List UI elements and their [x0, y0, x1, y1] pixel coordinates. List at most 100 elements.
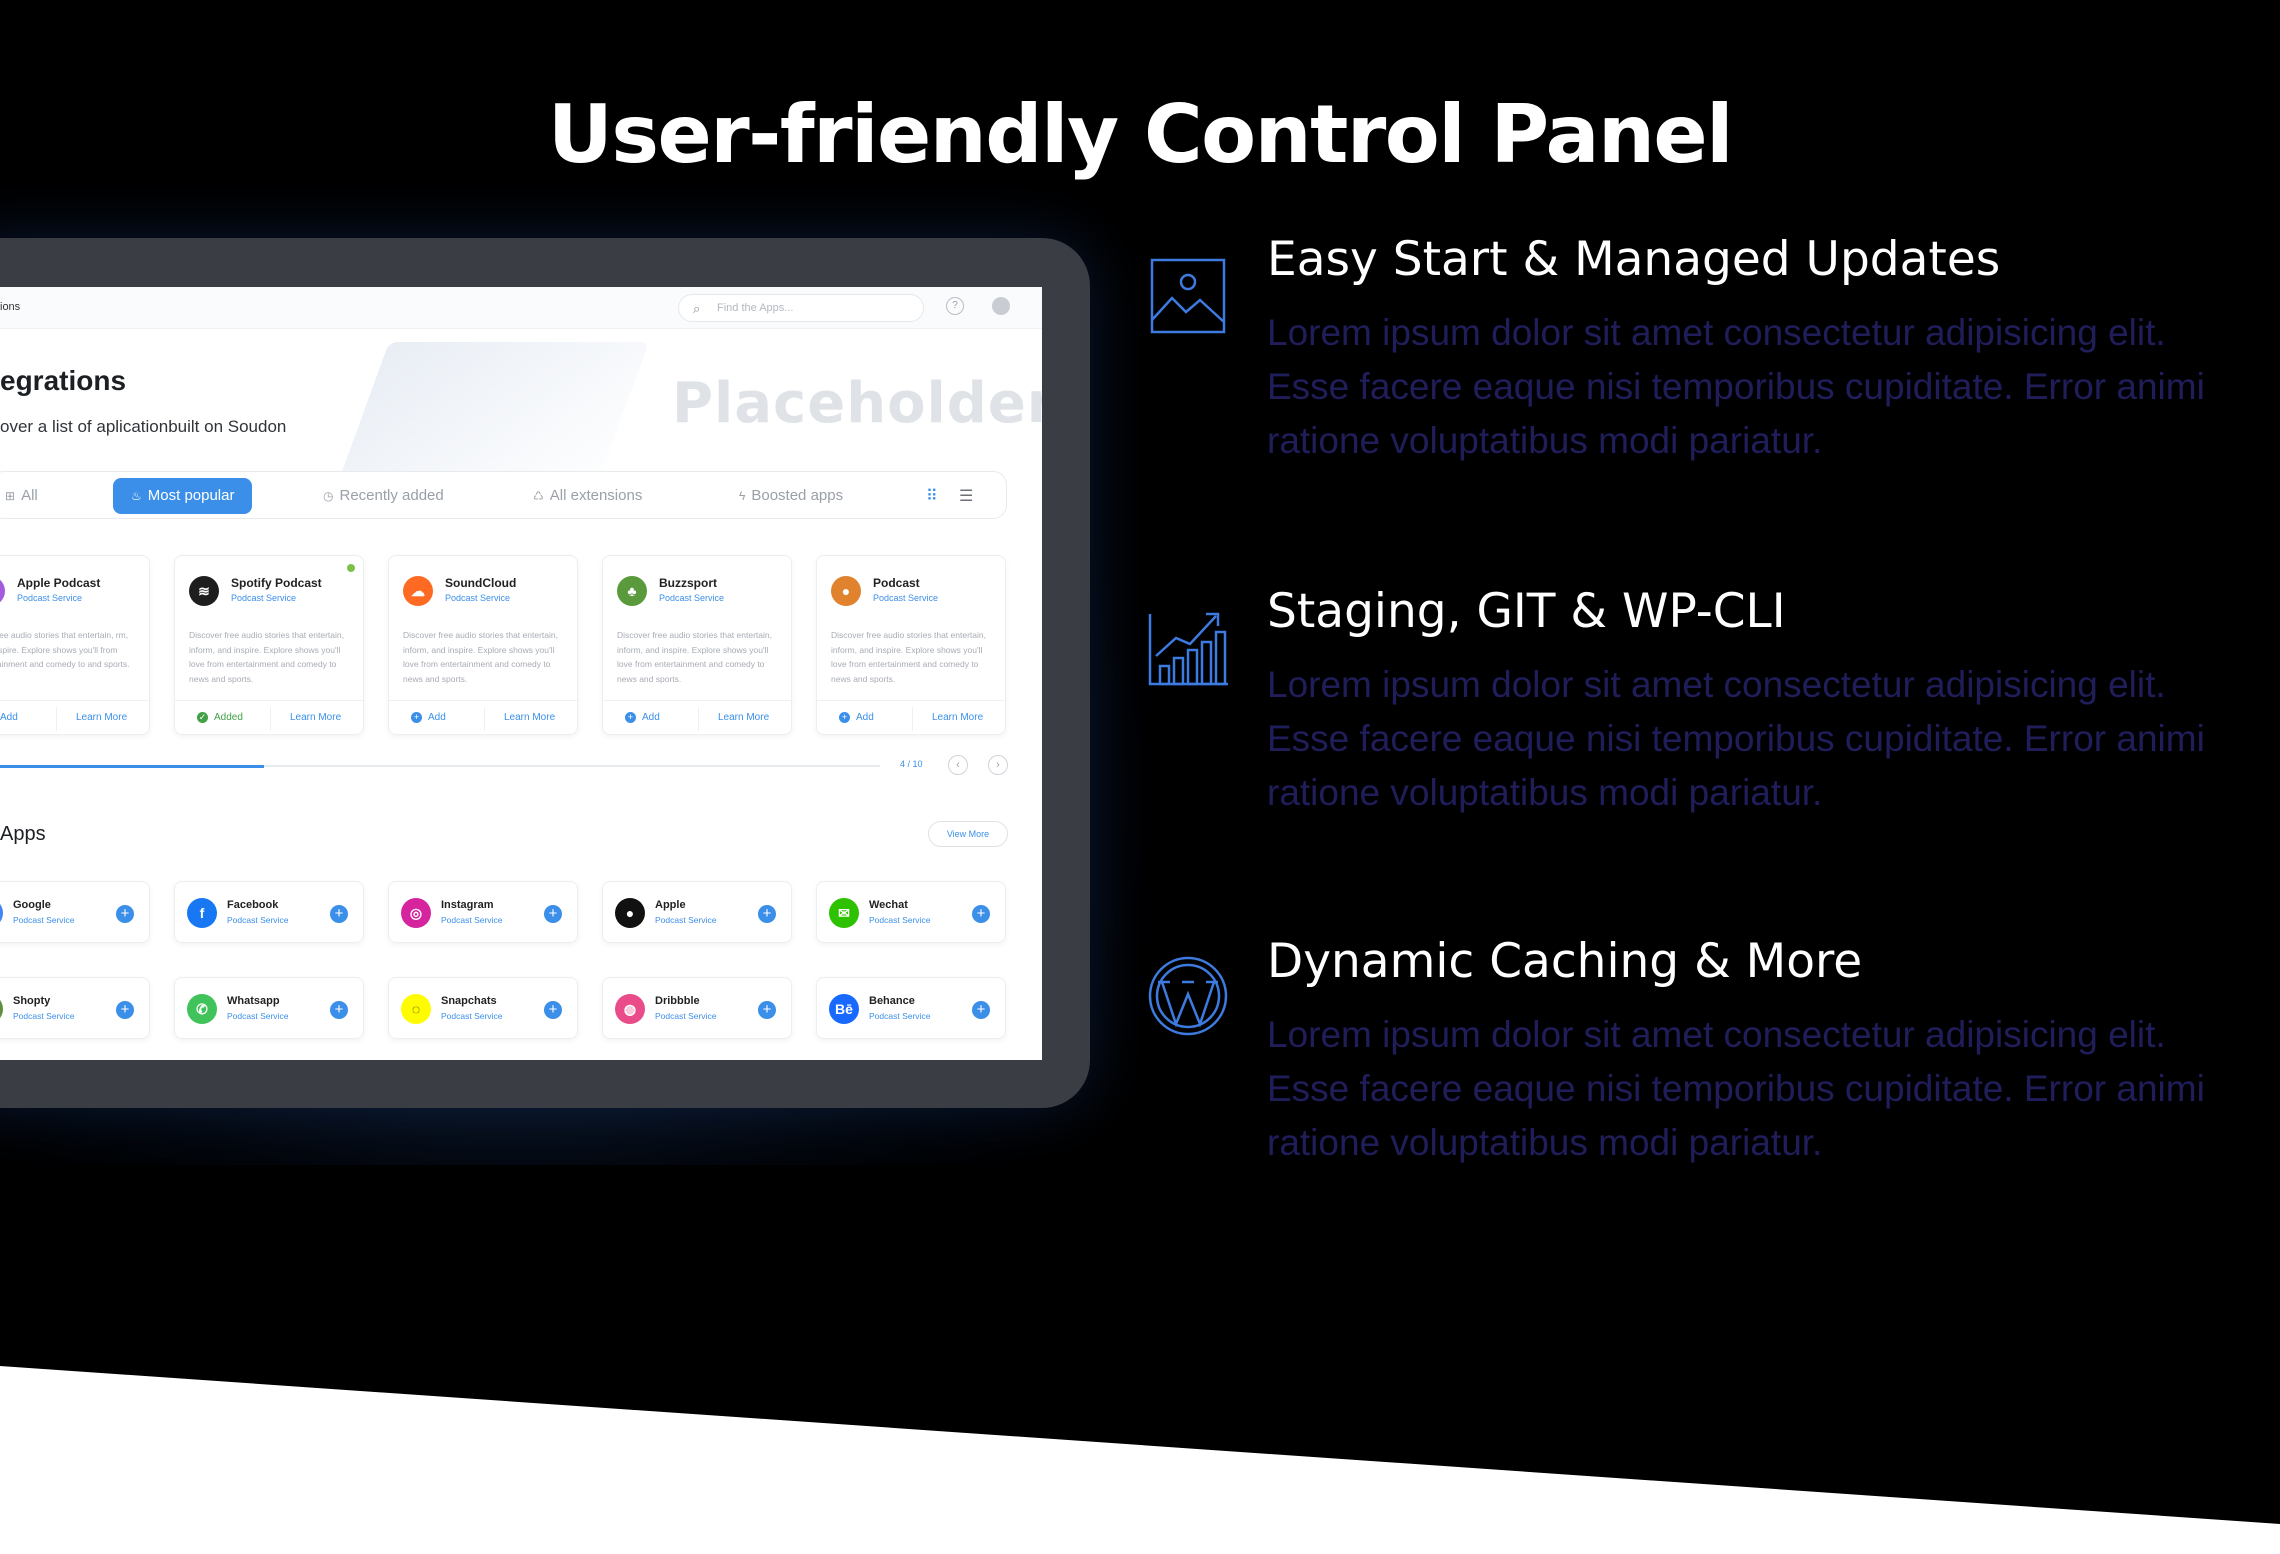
- add-app-button[interactable]: +: [544, 905, 562, 923]
- placeholder-watermark: Placeholder: [672, 371, 1042, 436]
- add-app-button[interactable]: +: [116, 905, 134, 923]
- learn-more-link[interactable]: Learn More: [718, 712, 769, 723]
- puzzle-icon: ♺: [533, 489, 544, 503]
- tile-type: Podcast Service: [227, 1011, 289, 1021]
- card-title: Buzzsport: [659, 576, 717, 590]
- app-card[interactable]: ● Podcast Podcast Service Discover free aud…: [816, 555, 1007, 736]
- clock-icon: ◷: [323, 489, 334, 503]
- card-footer: + Add Learn More: [817, 700, 1007, 736]
- add-app-button[interactable]: +: [972, 1001, 990, 1019]
- growth-chart-icon: [1148, 612, 1228, 686]
- bolt-icon: ϟ: [739, 489, 746, 503]
- add-button[interactable]: +Add: [411, 712, 446, 723]
- add-label: Added: [214, 712, 243, 723]
- card-description: over free audio stories that entertain, …: [0, 630, 130, 669]
- search-input[interactable]: [717, 300, 907, 316]
- app-tile[interactable]: S Shopty Podcast Service +: [0, 977, 150, 1039]
- help-icon[interactable]: ?: [946, 297, 964, 315]
- app-tile[interactable]: ◍ Dribbble Podcast Service +: [602, 977, 792, 1039]
- app-card[interactable]: ◉ Apple Podcast Podcast Service over free a…: [0, 555, 151, 735]
- app-tile[interactable]: G Google Podcast Service +: [0, 881, 150, 943]
- image-icon: [1150, 258, 1226, 334]
- tile-type: Podcast Service: [655, 1011, 717, 1021]
- add-app-button[interactable]: +: [544, 1001, 562, 1019]
- apps-section-title: Apps: [0, 823, 46, 845]
- tab-recently-added[interactable]: ◷ Recently added: [323, 478, 444, 514]
- add-app-button[interactable]: +: [972, 905, 990, 923]
- add-app-button[interactable]: +: [330, 905, 348, 923]
- app-logo-icon: ♣: [617, 576, 647, 606]
- carousel-progress: [0, 765, 880, 768]
- tab-label: All: [21, 487, 38, 504]
- status-dot: [347, 564, 355, 572]
- add-button[interactable]: ✓ Added: [197, 712, 243, 723]
- add-button[interactable]: +Add: [839, 712, 874, 723]
- tile-title: Wechat: [869, 899, 908, 911]
- learn-more-link[interactable]: Learn More: [504, 712, 555, 723]
- divider: [698, 707, 699, 731]
- tab-most-popular[interactable]: ♨ Most popular: [113, 478, 253, 514]
- app-tile[interactable]: ✆ Whatsapp Podcast Service +: [174, 977, 364, 1039]
- grid-view-icon[interactable]: ⠿: [926, 486, 938, 506]
- card-footer: ✓ Added Learn More: [175, 700, 365, 736]
- card-type: Podcast Service: [231, 593, 297, 603]
- card-type: Podcast Service: [445, 593, 511, 603]
- card-type: Podcast Service: [873, 593, 939, 603]
- learn-more-link[interactable]: Learn More: [76, 712, 127, 723]
- card-title: SoundCloud: [445, 576, 517, 590]
- card-footer: + Add Learn More: [389, 700, 579, 736]
- tab-label: Recently added: [339, 487, 444, 504]
- app-tile[interactable]: ● Apple Podcast Service +: [602, 881, 792, 943]
- app-tile[interactable]: ◎ Instagram Podcast Service +: [388, 881, 578, 943]
- next-arrow-icon[interactable]: ›: [988, 755, 1008, 775]
- tile-type: Podcast Service: [227, 915, 289, 925]
- app-tile[interactable]: f Facebook Podcast Service +: [174, 881, 364, 943]
- view-more-button[interactable]: View More: [928, 821, 1008, 847]
- search-icon: ⌕: [693, 301, 701, 316]
- add-app-button[interactable]: +: [758, 905, 776, 923]
- add-button[interactable]: +Add: [0, 712, 18, 723]
- prev-arrow-icon[interactable]: ‹: [948, 755, 968, 775]
- tile-title: Snapchats: [441, 995, 497, 1007]
- globe-icon[interactable]: [992, 297, 1010, 315]
- list-view-icon[interactable]: ☰: [959, 486, 973, 506]
- tile-type: Podcast Service: [441, 1011, 503, 1021]
- card-title: Apple Podcast: [17, 576, 101, 590]
- pager-count: 4 / 10: [900, 759, 923, 769]
- app-card[interactable]: ≋ Spotify Podcast Podcast Service Discover …: [174, 555, 365, 736]
- card-footer: + Add Learn More: [603, 700, 793, 736]
- app-tile[interactable]: Bē Behance Podcast Service +: [816, 977, 1006, 1039]
- flame-icon: ♨: [131, 489, 142, 503]
- add-app-button[interactable]: +: [330, 1001, 348, 1019]
- app-logo-icon: ≋: [189, 576, 219, 606]
- add-button[interactable]: +Add: [625, 712, 660, 723]
- feature-description: Lorem ipsum dolor sit amet consectetur a…: [1267, 664, 2205, 813]
- app-logo-icon: ✉: [829, 898, 859, 928]
- learn-more-link[interactable]: Learn More: [290, 712, 341, 723]
- tile-title: Shopty: [13, 995, 51, 1007]
- app-logo-icon: Bē: [829, 994, 859, 1024]
- app-card[interactable]: ☁ SoundCloud Podcast Service Discover free …: [388, 555, 579, 736]
- tile-type: Podcast Service: [869, 1011, 931, 1021]
- card-type: Podcast Service: [659, 593, 725, 603]
- check-icon: ✓: [197, 712, 208, 723]
- card-description: Discover free audio stories that enterta…: [403, 630, 558, 684]
- app-tile[interactable]: ◌ Snapchats Podcast Service +: [388, 977, 578, 1039]
- divider: [912, 707, 913, 731]
- app-logo-icon: ☁: [403, 576, 433, 606]
- add-app-button[interactable]: +: [758, 1001, 776, 1019]
- app-logo-icon: ◌: [401, 994, 431, 1024]
- search-box[interactable]: ⌕: [678, 294, 924, 322]
- app-tile[interactable]: ✉ Wechat Podcast Service +: [816, 881, 1006, 943]
- tab-all[interactable]: ⊞ All: [5, 478, 38, 514]
- add-app-button[interactable]: +: [116, 1001, 134, 1019]
- tab-all-extensions[interactable]: ♺ All extensions: [533, 478, 642, 514]
- tile-type: Podcast Service: [441, 915, 503, 925]
- tab-boosted-apps[interactable]: ϟ Boosted apps: [739, 478, 843, 514]
- learn-more-link[interactable]: Learn More: [932, 712, 983, 723]
- card-title: Spotify Podcast: [231, 576, 322, 590]
- add-label: Add: [428, 712, 446, 723]
- feature-description: Lorem ipsum dolor sit amet consectetur a…: [1267, 312, 2205, 461]
- app-card[interactable]: ♣ Buzzsport Podcast Service Discover free a…: [602, 555, 793, 736]
- feature-title: Dynamic Caching & More: [1267, 934, 1863, 989]
